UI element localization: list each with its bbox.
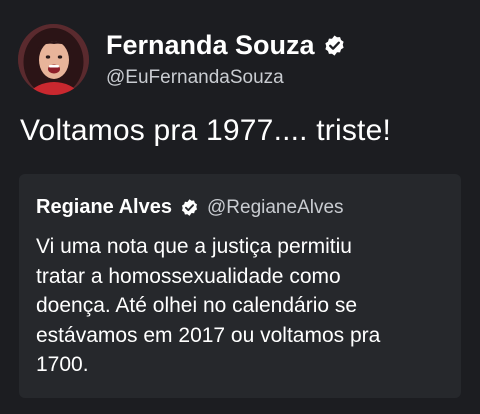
quoted-text-line: estávamos em 2017 ou voltamos pra (36, 323, 381, 347)
author-display-name[interactable]: Fernanda Souza (106, 30, 315, 61)
profile-photo-image (18, 24, 89, 95)
author-handle[interactable]: @EuFernandaSouza (106, 67, 346, 89)
quoted-author-handle: @RegianeAlves (207, 196, 344, 218)
quoted-text-line: 1700. (36, 353, 89, 376)
quoted-author-display-name: Regiane Alves (36, 196, 172, 218)
verified-badge-icon (323, 34, 346, 57)
tweet: Fernanda Souza @EuFernandaSouza Voltamos… (0, 0, 480, 414)
quoted-text-line: Vi uma nota que a justiça permitiu (36, 235, 352, 258)
quoted-text-line: tratar a homossexualidade como (36, 264, 341, 288)
quoted-tweet-card[interactable]: Regiane Alves @RegianeAlves Vi uma nota … (19, 174, 461, 398)
quoted-text-line: doença. Até olhei no calendário se (36, 294, 358, 317)
avatar[interactable] (18, 24, 89, 95)
tweet-text: Voltamos pra 1977.... triste! (20, 114, 391, 147)
quoted-tweet-text: Vi uma nota que a justiça permitiu trata… (36, 232, 446, 380)
author-name-row: Fernanda Souza (106, 25, 346, 65)
author-info: Fernanda Souza @EuFernandaSouza (106, 25, 346, 89)
verified-badge-icon (180, 198, 199, 217)
quoted-tweet-header: Regiane Alves @RegianeAlves (36, 196, 344, 219)
